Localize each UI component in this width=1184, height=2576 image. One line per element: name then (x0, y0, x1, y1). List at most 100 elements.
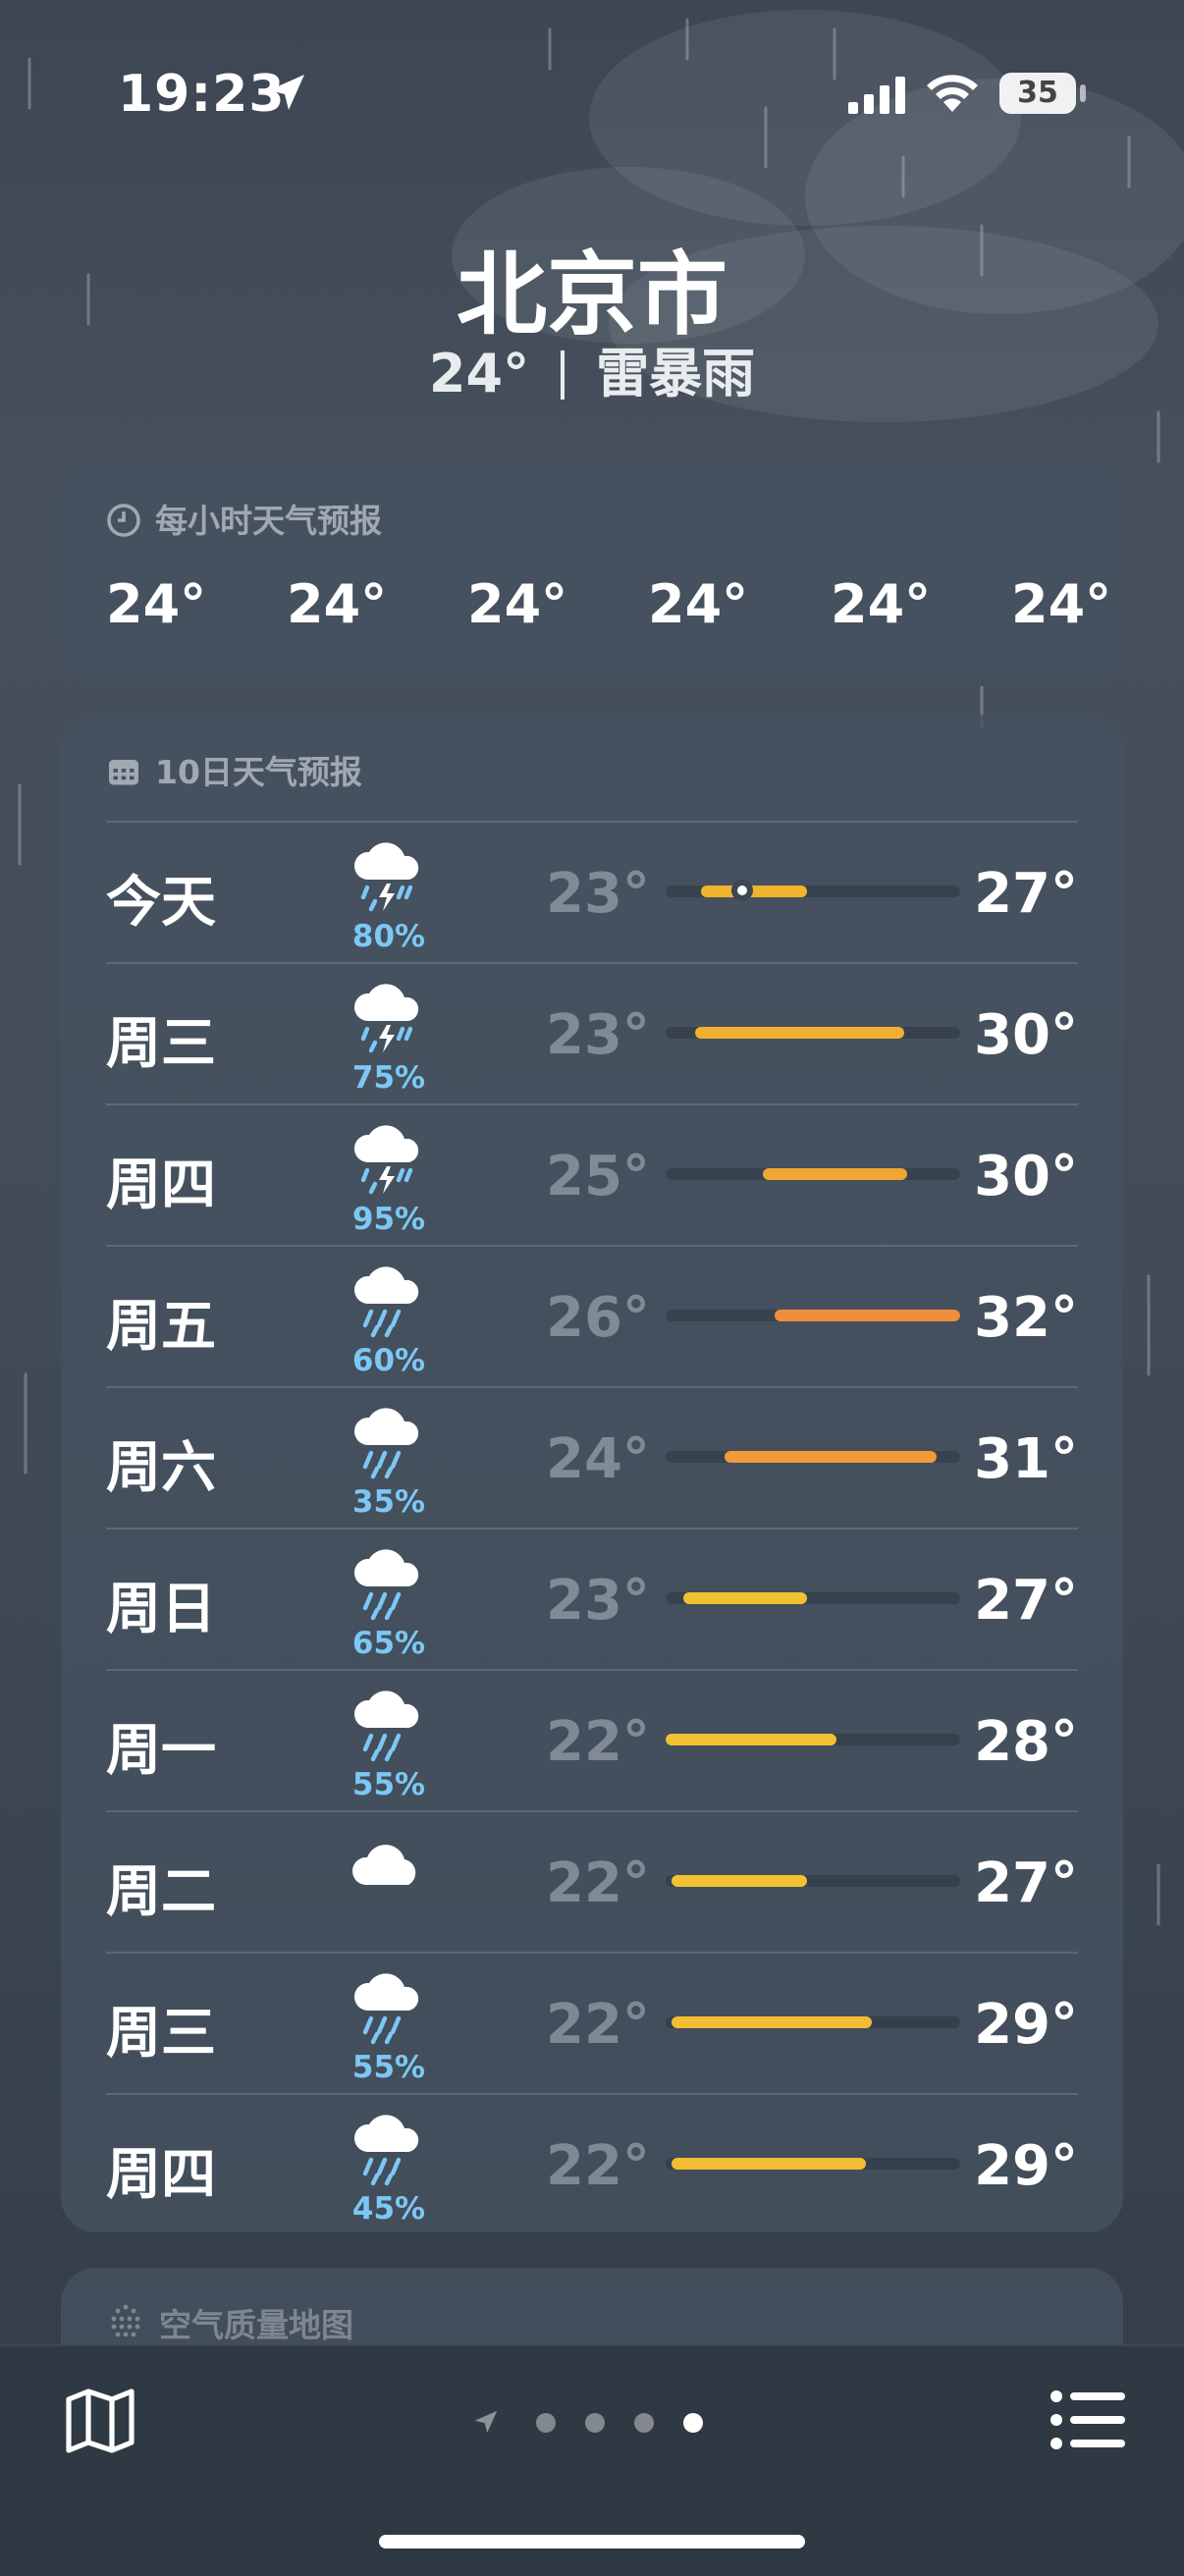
low-temp: 23° (546, 1003, 650, 1067)
precipitation-chance: 60% (351, 1343, 426, 1378)
low-temp: 24° (546, 1427, 650, 1491)
air-quality-dots-icon (111, 2304, 140, 2337)
day-name: 周六 (106, 1436, 216, 1500)
current-location-page-icon[interactable] (471, 2407, 501, 2437)
page-dot-active[interactable] (683, 2413, 703, 2433)
day-name: 周二 (106, 1860, 216, 1924)
day-name: 周五 (106, 1295, 216, 1359)
temp-range-fill (775, 1310, 960, 1321)
temp-range-fill (695, 1027, 904, 1039)
temp-range-track (666, 2016, 960, 2028)
precipitation-chance: 75% (351, 1060, 426, 1096)
current-condition: 雷暴雨 (596, 343, 756, 404)
temp-range-fill (672, 2016, 872, 2028)
status-time: 19:23 (118, 65, 286, 124)
thunderstorm-icon (350, 836, 424, 915)
low-temp: 22° (546, 1993, 650, 2057)
precipitation-chance: 55% (351, 2050, 426, 2085)
temp-range-fill (672, 1875, 807, 1887)
calendar-icon (109, 760, 138, 785)
current-temp-dot (731, 880, 753, 901)
current-summary: 24° 雷暴雨 (0, 330, 1184, 407)
high-temp: 29° (974, 2134, 1078, 2198)
air-quality-title: 空气质量地图 (159, 2306, 353, 2344)
temp-range-track (666, 1592, 960, 1604)
hourly-forecast-header: 每小时天气预报 (106, 495, 382, 542)
temp-range-fill (683, 1592, 807, 1604)
temp-range-track (666, 1027, 960, 1039)
temp-range-fill (763, 1168, 907, 1180)
hour-temp: 24° (467, 573, 568, 635)
high-temp: 27° (974, 1852, 1078, 1915)
summary-divider (561, 350, 565, 400)
clock-icon (107, 504, 140, 537)
low-temp: 26° (546, 1286, 650, 1350)
page-dot[interactable] (536, 2413, 556, 2433)
page-dot[interactable] (585, 2413, 605, 2433)
precipitation-chance: 65% (351, 1626, 426, 1661)
day-row[interactable]: 周三 55% 22° 29° (106, 1952, 1078, 2095)
hour-temp: 24° (287, 573, 388, 635)
day-row[interactable]: 今天 80% 23° 27° (106, 821, 1078, 964)
low-temp: 22° (546, 2134, 650, 2198)
temp-range-track (666, 886, 960, 897)
temp-range-track (666, 1734, 960, 1745)
day-row[interactable]: 周四 95% 25° 30° (106, 1103, 1078, 1247)
day-name: 周四 (106, 1154, 216, 1217)
rain-icon (350, 1967, 424, 2046)
high-temp: 32° (974, 1286, 1078, 1350)
day-row[interactable]: 周二 22° 27° (106, 1810, 1078, 1954)
cellular-signal-icon (848, 77, 905, 114)
precipitation-chance: 55% (351, 1767, 426, 1802)
home-indicator (379, 2535, 805, 2549)
day-row[interactable]: 周四 45% 22° 29° (106, 2093, 1078, 2236)
temp-range-fill (672, 2158, 866, 2170)
precipitation-chance: 95% (351, 1202, 426, 1237)
low-temp: 23° (546, 862, 650, 926)
page-indicator[interactable] (471, 2399, 727, 2442)
rain-icon (350, 1261, 424, 1339)
day-name: 周一 (106, 1719, 216, 1783)
city-list-icon[interactable] (1049, 2386, 1127, 2454)
rain-icon (350, 1543, 424, 1622)
air-quality-header: 空气质量地图 (106, 2299, 353, 2346)
temp-range-track (666, 1168, 960, 1180)
map-icon[interactable] (61, 2382, 139, 2460)
day-row[interactable]: 周日 65% 23° 27° (106, 1528, 1078, 1671)
thunderstorm-icon (350, 978, 424, 1056)
day-row[interactable]: 周三 75% 23° 30° (106, 962, 1078, 1105)
temp-range-track (666, 1451, 960, 1463)
cloud-icon (350, 1826, 424, 1905)
high-temp: 30° (974, 1003, 1078, 1067)
temp-range-fill (701, 886, 807, 897)
rain-icon (350, 1685, 424, 1763)
ten-day-forecast-title: 10日天气预报 (155, 753, 362, 791)
hourly-temperatures: 24° 24° 24° 24° 24° 24° (106, 573, 1147, 642)
ten-day-forecast-card[interactable]: 10日天气预报 今天 80% 23° 27° 周三 75% 23° 30° 周四 95% 25° 30… (61, 715, 1123, 2232)
low-temp: 22° (546, 1852, 650, 1915)
day-name: 今天 (106, 871, 216, 935)
temp-range-track (666, 2158, 960, 2170)
day-name: 周三 (106, 2002, 216, 2066)
day-name: 周三 (106, 1012, 216, 1076)
low-temp: 22° (546, 1710, 650, 1774)
day-name: 周四 (106, 2143, 216, 2207)
rain-icon (350, 2109, 424, 2187)
hourly-forecast-card[interactable]: 每小时天气预报 24° 24° 24° 24° 24° 24° (61, 463, 1123, 681)
temp-range-fill (725, 1451, 937, 1463)
day-row[interactable]: 周五 60% 26° 32° (106, 1245, 1078, 1388)
high-temp: 27° (974, 862, 1078, 926)
day-row[interactable]: 周一 55% 22° 28° (106, 1669, 1078, 1812)
hourly-forecast-title: 每小时天气预报 (155, 502, 382, 540)
low-temp: 25° (546, 1145, 650, 1208)
hour-temp: 24° (831, 573, 932, 635)
precipitation-chance: 80% (351, 919, 426, 954)
page-dot[interactable] (634, 2413, 654, 2433)
wifi-icon (927, 75, 978, 112)
rain-icon (350, 1402, 424, 1480)
thunderstorm-icon (350, 1119, 424, 1198)
hour-temp: 24° (1011, 573, 1112, 635)
location-arrow-icon (269, 75, 304, 110)
day-row[interactable]: 周六 35% 24° 31° (106, 1386, 1078, 1530)
high-temp: 29° (974, 1993, 1078, 2057)
